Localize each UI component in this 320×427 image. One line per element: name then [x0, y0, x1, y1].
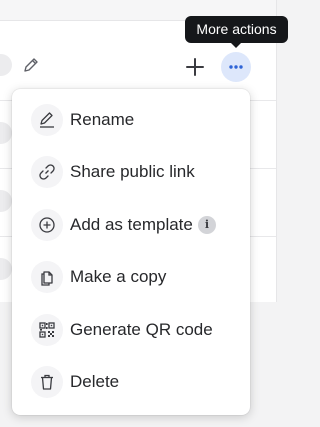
info-icon[interactable]: i — [198, 216, 216, 234]
pencil-underline-icon — [31, 104, 63, 136]
more-actions-tooltip: More actions — [185, 16, 288, 43]
tooltip-arrow — [230, 42, 242, 48]
add-button[interactable] — [184, 56, 206, 78]
edit-button[interactable] — [20, 54, 42, 76]
menu-item-share-public-link[interactable]: Share public link — [12, 146, 250, 198]
ellipsis-icon — [229, 65, 243, 69]
menu-item-rename[interactable]: Rename — [12, 94, 250, 146]
plus-icon — [186, 58, 204, 76]
menu-item-add-as-template[interactable]: Add as template i — [12, 199, 250, 251]
plus-circle-icon — [31, 209, 63, 241]
menu-item-label: Share public link — [70, 162, 195, 181]
trash-icon — [31, 366, 63, 398]
more-actions-button[interactable] — [221, 52, 251, 82]
menu-item-make-a-copy[interactable]: Make a copy — [12, 251, 250, 303]
menu-item-label: Rename — [70, 110, 135, 129]
menu-item-delete[interactable]: Delete — [12, 356, 250, 408]
menu-item-label: Delete — [70, 372, 120, 391]
pencil-icon — [24, 58, 38, 72]
menu-item-label: Add as template — [70, 215, 193, 234]
qr-code-icon — [31, 314, 63, 346]
menu-item-label: Generate QR code — [70, 320, 213, 339]
copy-file-icon — [31, 261, 63, 293]
link-icon — [31, 156, 63, 188]
menu-item-label: Make a copy — [70, 267, 167, 286]
more-actions-menu: Rename Share public link Add as template… — [12, 89, 250, 415]
menu-item-generate-qr-code[interactable]: Generate QR code — [12, 304, 250, 356]
